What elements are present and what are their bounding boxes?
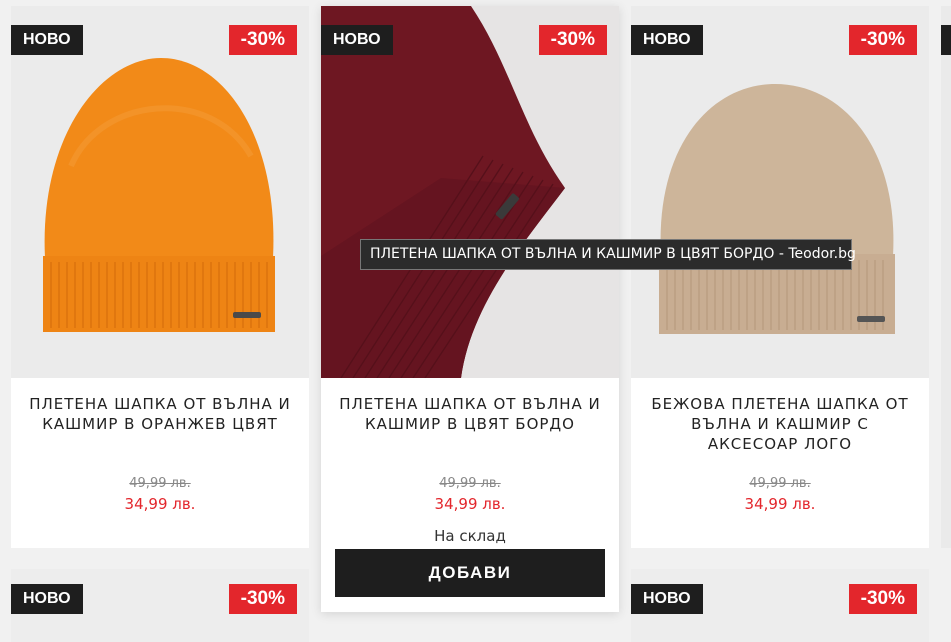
product-card-5[interactable]: НОВО -30%	[631, 569, 929, 642]
stock-status: На склад	[434, 527, 506, 545]
discount-badge: -30%	[538, 25, 607, 55]
product-card-2[interactable]: НОВО -30% ПЛЕТЕНА ШАПКА ОТ ВЪЛНА И КАШМИ…	[321, 6, 619, 612]
bordeaux-hat-image	[321, 6, 619, 378]
sale-price: 34,99 лв.	[744, 495, 816, 513]
product-card-3[interactable]: НОВО -30% БЕЖОВА ПЛЕТЕНА ШАПКА ОТ ВЪЛНА …	[631, 6, 929, 548]
discount-badge: -30%	[228, 25, 297, 55]
product-image-2[interactable]	[321, 6, 619, 378]
product-title[interactable]: БЕЖОВА ПЛЕТЕНА ШАПКА ОТ ВЪЛНА И КАШМИР С…	[645, 394, 915, 454]
add-to-cart-button[interactable]: ДОБАВИ	[335, 549, 605, 597]
discount-badge: -30%	[848, 584, 917, 614]
sale-price: 34,99 лв.	[434, 495, 506, 513]
new-badge: НОВО	[631, 25, 703, 55]
product-image-1[interactable]	[11, 6, 309, 378]
product-title[interactable]: ПЛЕТЕНА ШАПКА ОТ ВЪЛНА И КАШМИР В ЦВЯТ Б…	[335, 394, 605, 434]
beige-hat-image	[631, 6, 929, 378]
new-badge-partial	[941, 25, 951, 55]
product-image-3[interactable]	[631, 6, 929, 378]
new-badge: НОВО	[11, 25, 83, 55]
sale-price: 34,99 лв.	[124, 495, 196, 513]
new-badge: НОВО	[321, 25, 393, 55]
product-card-4[interactable]: НОВО -30%	[11, 569, 309, 642]
orange-hat-image	[11, 6, 309, 378]
product-title[interactable]: ПЛЕТЕНА ШАПКА ОТ ВЪЛНА И КАШМИР В ОРАНЖЕ…	[25, 394, 295, 434]
product-card-edge[interactable]	[941, 6, 951, 548]
new-badge: НОВО	[631, 584, 703, 614]
product-card-1[interactable]: НОВО -30% ПЛЕТЕНА ШАПКА ОТ ВЪЛНА И КАШМИ…	[11, 6, 309, 548]
old-price: 49,99 лв.	[749, 476, 811, 491]
old-price: 49,99 лв.	[129, 476, 191, 491]
old-price: 49,99 лв.	[439, 476, 501, 491]
product-tooltip: ПЛЕТЕНА ШАПКА ОТ ВЪЛНА И КАШМИР В ЦВЯТ Б…	[360, 239, 856, 270]
discount-badge: -30%	[228, 584, 297, 614]
new-badge: НОВО	[11, 584, 83, 614]
discount-badge: -30%	[848, 25, 917, 55]
